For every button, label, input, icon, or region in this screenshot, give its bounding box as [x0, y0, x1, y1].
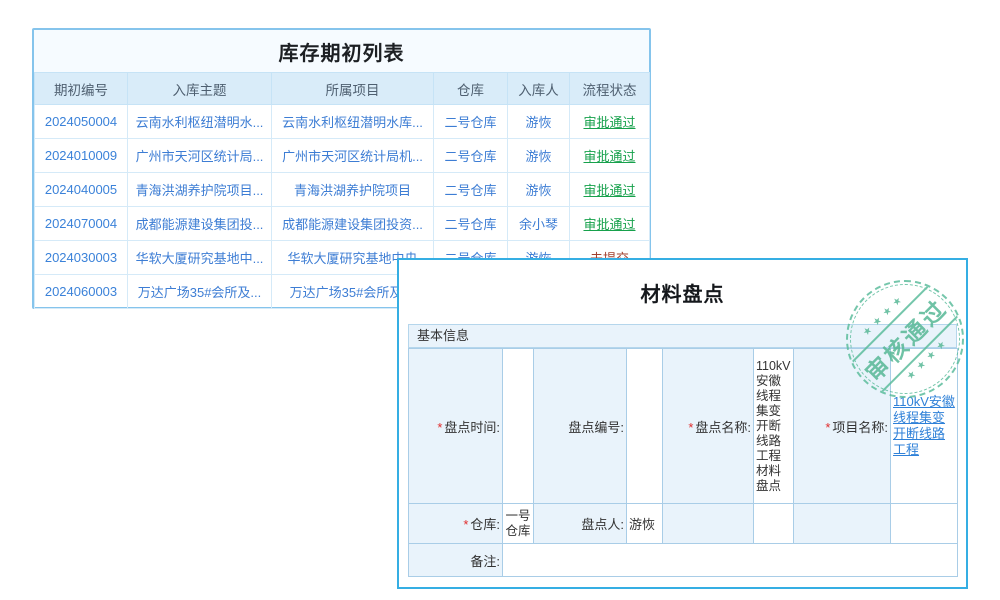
col-header-warehouse: 仓库	[434, 73, 508, 105]
project-name-link[interactable]: 110kV安徽线程集变开断线路工程	[893, 394, 955, 457]
status-link[interactable]: 审批通过	[570, 139, 650, 173]
opening-no-cell[interactable]: 2024070004	[35, 207, 128, 241]
empty-value-cell	[891, 504, 958, 544]
checker-value: 游恢	[627, 504, 663, 544]
subject-cell: 青海洪湖养护院项目...	[128, 173, 272, 207]
empty-label-cell	[794, 504, 891, 544]
check-no-value-field[interactable]	[627, 349, 663, 504]
check-no-label: 盘点编号:	[534, 349, 627, 504]
table-row: 2024010009 广州市天河区统计局... 广州市天河区统计局机... 二号…	[35, 139, 650, 173]
col-header-project: 所属项目	[272, 73, 434, 105]
subject-cell: 万达广场35#会所及...	[128, 275, 272, 309]
required-marker: *	[825, 420, 830, 435]
subject-cell: 华软大厦研究基地中...	[128, 241, 272, 275]
remark-label: 备注:	[409, 544, 503, 577]
warehouse-cell: 二号仓库	[434, 173, 508, 207]
table-row: 2024040005 青海洪湖养护院项目... 青海洪湖养护院项目 二号仓库 游…	[35, 173, 650, 207]
opening-no-cell[interactable]: 2024050004	[35, 105, 128, 139]
table-row: 2024050004 云南水利枢纽潜明水... 云南水利枢纽潜明水库... 二号…	[35, 105, 650, 139]
warehouse-value: 一号仓库	[503, 504, 534, 544]
empty-label-cell	[663, 504, 754, 544]
opening-no-cell[interactable]: 2024040005	[35, 173, 128, 207]
empty-value-cell	[754, 504, 794, 544]
subject-cell: 广州市天河区统计局...	[128, 139, 272, 173]
status-link[interactable]: 审批通过	[570, 207, 650, 241]
person-cell: 游恢	[508, 173, 570, 207]
warehouse-cell: 二号仓库	[434, 139, 508, 173]
warehouse-label: *仓库:	[409, 504, 503, 544]
status-link[interactable]: 审批通过	[570, 173, 650, 207]
check-time-value-field[interactable]	[503, 349, 534, 504]
required-marker: *	[688, 420, 693, 435]
form-row-2: *仓库: 一号仓库 盘点人: 游恢	[409, 504, 958, 544]
status-link[interactable]: 审批通过	[570, 105, 650, 139]
inventory-table-header-row: 期初编号 入库主题 所属项目 仓库 入库人 流程状态	[35, 73, 650, 105]
opening-no-cell[interactable]: 2024030003	[35, 241, 128, 275]
required-marker: *	[463, 517, 468, 532]
col-header-person: 入库人	[508, 73, 570, 105]
check-time-label: *盘点时间:	[409, 349, 503, 504]
project-cell: 云南水利枢纽潜明水库...	[272, 105, 434, 139]
subject-cell: 云南水利枢纽潜明水...	[128, 105, 272, 139]
project-cell: 青海洪湖养护院项目	[272, 173, 434, 207]
warehouse-cell: 二号仓库	[434, 105, 508, 139]
col-header-status: 流程状态	[570, 73, 650, 105]
checker-label: 盘点人:	[534, 504, 627, 544]
approval-stamp-icon: ★★★★ 审核通过 ★★★★	[846, 280, 964, 398]
warehouse-cell: 二号仓库	[434, 207, 508, 241]
required-marker: *	[437, 420, 442, 435]
subject-cell: 成都能源建设集团投...	[128, 207, 272, 241]
check-name-value: 110kV安徽线程集变开断线路工程材料盘点	[754, 349, 794, 504]
opening-no-cell[interactable]: 2024010009	[35, 139, 128, 173]
person-cell: 余小琴	[508, 207, 570, 241]
material-check-window: 材料盘点 基本信息 *盘点时间: 盘点编号: *盘点名称: 110kV安徽线程集…	[397, 258, 968, 589]
col-header-opening-no: 期初编号	[35, 73, 128, 105]
check-name-label: *盘点名称:	[663, 349, 754, 504]
opening-no-cell[interactable]: 2024060003	[35, 275, 128, 309]
person-cell: 游恢	[508, 105, 570, 139]
person-cell: 游恢	[508, 139, 570, 173]
form-row-3: 备注:	[409, 544, 958, 577]
inventory-list-title: 库存期初列表	[34, 30, 649, 72]
project-cell: 成都能源建设集团投资...	[272, 207, 434, 241]
table-row: 2024070004 成都能源建设集团投... 成都能源建设集团投资... 二号…	[35, 207, 650, 241]
remark-value-field[interactable]	[503, 544, 958, 577]
col-header-subject: 入库主题	[128, 73, 272, 105]
project-cell: 广州市天河区统计局机...	[272, 139, 434, 173]
